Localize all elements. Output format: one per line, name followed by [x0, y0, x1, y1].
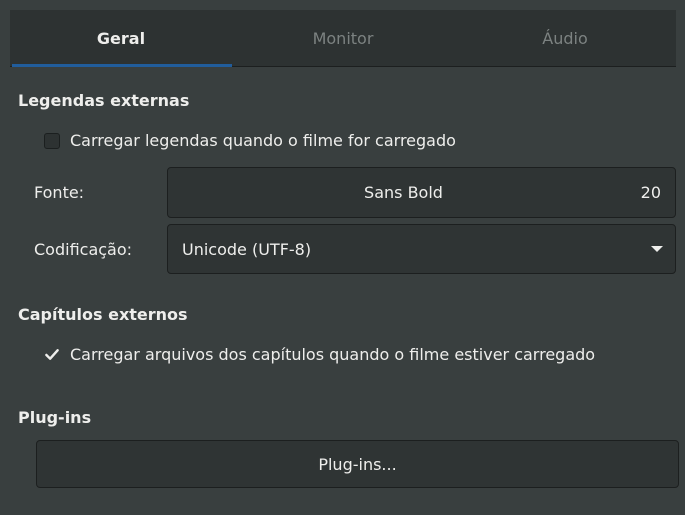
load-chapters-checkbox[interactable]	[44, 347, 60, 363]
tab-geral[interactable]: Geral	[10, 10, 232, 67]
plugins-button[interactable]: Plug-ins...	[36, 440, 679, 488]
load-chapters-label: Carregar arquivos dos capítulos quando o…	[70, 345, 596, 364]
chevron-down-icon	[651, 246, 663, 252]
section-title-subtitles: Legendas externas	[18, 91, 190, 110]
font-chooser-button[interactable]: Sans Bold 20	[167, 167, 676, 218]
encoding-dropdown[interactable]: Unicode (UTF-8)	[167, 224, 676, 274]
font-name: Sans Bold	[364, 183, 443, 202]
tab-bar: Geral Monitor Áudio	[10, 10, 676, 67]
font-label: Fonte:	[34, 183, 85, 202]
section-title-plugins: Plug-ins	[18, 408, 92, 427]
section-title-chapters: Capítulos externos	[18, 305, 188, 324]
load-subtitles-label: Carregar legendas quando o filme for car…	[70, 131, 456, 150]
plugins-button-label: Plug-ins...	[318, 454, 397, 474]
tab-monitor[interactable]: Monitor	[232, 10, 454, 66]
encoding-label: Codificação:	[34, 240, 133, 259]
tab-audio[interactable]: Áudio	[454, 10, 676, 66]
checkmark-icon	[45, 349, 59, 360]
preferences-window: Geral Monitor Áudio Legendas externas Ca…	[0, 0, 685, 515]
encoding-value: Unicode (UTF-8)	[182, 239, 312, 259]
load-subtitles-checkbox-row[interactable]: Carregar legendas quando o filme for car…	[44, 131, 456, 150]
load-subtitles-checkbox[interactable]	[44, 132, 60, 149]
load-chapters-checkbox-row[interactable]: Carregar arquivos dos capítulos quando o…	[44, 345, 595, 364]
font-size: 20	[640, 183, 661, 202]
